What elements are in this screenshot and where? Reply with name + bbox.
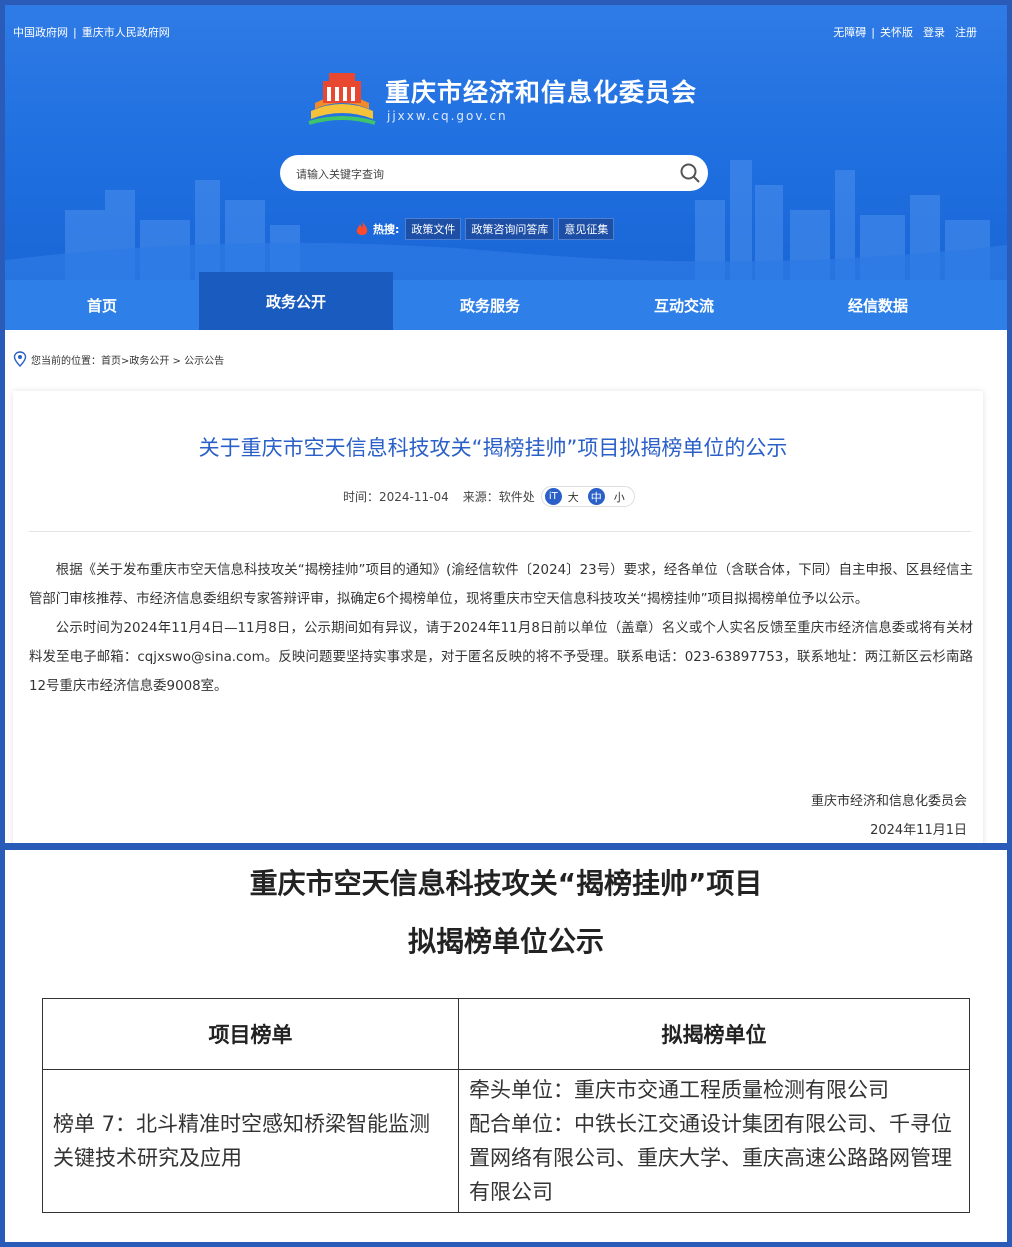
webpage-screenshot: 中国政府网 | 重庆市人民政府网 无障碍 | 关怀版 登录 注册 重庆市经济和信息化委员会 … [5, 5, 1007, 843]
time-label: 时间： [343, 490, 380, 504]
top-right-links: 无障碍 | 关怀版 登录 注册 [833, 24, 977, 40]
article-title: 关于重庆市空天信息科技攻关“揭榜挂帅”项目拟揭榜单位的公示 [198, 436, 788, 460]
lead-unit: 牵头单位：重庆市交通工程质量检测有限公司 [469, 1078, 889, 1102]
nav-interaction[interactable]: 互动交流 [587, 280, 781, 330]
search-bar [280, 155, 708, 191]
flame-icon [356, 221, 368, 235]
divider [29, 531, 971, 532]
top-left-links: 中国政府网 | 重庆市人民政府网 [13, 24, 170, 40]
gov-link[interactable]: 中国政府网 [13, 24, 68, 40]
site-logo-icon [308, 73, 376, 125]
hot-search: 热搜: 政策文件 政策咨询问答库 意见征集 [355, 218, 618, 240]
register-link[interactable]: 注册 [955, 24, 977, 40]
source-label: 来源： [462, 490, 499, 504]
nav-gov-affairs[interactable]: 政务公开 [199, 272, 393, 330]
site-header: 中国政府网 | 重庆市人民政府网 无障碍 | 关怀版 登录 注册 重庆市经济和信息化委员会 … [5, 5, 1007, 280]
care-version-link[interactable]: 关怀版 [880, 24, 913, 40]
nav-data[interactable]: 经信数据 [781, 280, 975, 330]
document-title-line1: 重庆市空天信息科技攻关“揭榜挂帅”项目 [249, 867, 763, 900]
font-large-option[interactable]: 大 [568, 489, 579, 505]
font-size-switcher: iT 大 中 小 [540, 486, 635, 507]
document-screenshot: 重庆市空天信息科技攻关“揭榜挂帅”项目 拟揭榜单位公示 项目榜单 拟揭榜单位 榜… [5, 850, 1007, 1242]
signature: 重庆市经济和信息化委员会 [810, 794, 967, 809]
partner-units: 配合单位：中铁长江交通设计集团有限公司、千寻位置网络有限公司、重庆大学、重庆高速… [469, 1112, 952, 1204]
breadcrumb: 您当前的位置：首页>政务公开 > 公示公告 [13, 351, 224, 367]
login-link[interactable]: 登录 [923, 24, 945, 40]
main-nav: 首页 政务公开 政务服务 互动交流 经信数据 [5, 272, 1007, 330]
hot-tag-policy-qa[interactable]: 政策咨询问答库 [465, 218, 555, 240]
project-cell: 榜单 7：北斗精准时空感知桥梁智能监测关键技术研究及应用 [42, 1069, 459, 1213]
awardee-table: 项目榜单 拟揭榜单位 榜单 7：北斗精准时空感知桥梁智能监测关键技术研究及应用 … [42, 998, 970, 1213]
font-small-option[interactable]: 小 [614, 489, 625, 505]
accessibility-link[interactable]: 无障碍 [833, 24, 866, 40]
site-title: 重庆市经济和信息化委员会 [385, 78, 698, 107]
nav-services[interactable]: 政务服务 [393, 280, 587, 330]
column-header-project: 项目榜单 [42, 998, 459, 1070]
sign-date: 2024年11月1日 [870, 823, 967, 838]
location-pin-icon [13, 351, 27, 367]
site-domain: jjxxw.cq.gov.cn [387, 109, 508, 123]
breadcrumb-text[interactable]: 您当前的位置：首页>政务公开 > 公示公告 [31, 352, 224, 367]
search-icon[interactable] [678, 161, 702, 185]
document-title-line2: 拟揭榜单位公示 [407, 925, 604, 958]
paragraph-2: 公示时间为2024年11月4日—11月8日，公示期间如有异议，请于2024年11… [29, 621, 973, 694]
source-value: 软件处 [498, 490, 535, 504]
unit-cell: 牵头单位：重庆市交通工程质量检测有限公司 配合单位：中铁长江交通设计集团有限公司… [458, 1069, 970, 1213]
hot-tag-opinion[interactable]: 意见征集 [558, 218, 615, 240]
hot-search-label: 热搜: [373, 223, 400, 236]
hot-tag-policy-docs[interactable]: 政策文件 [405, 218, 462, 240]
article-meta: 时间： 2024-11-04 来源： 软件处 iT 大 中 小 [343, 486, 635, 507]
paragraph-1: 根据《关于发布重庆市空天信息科技攻关“揭榜挂帅”项目的通知》(渝经信软件〔202… [29, 563, 973, 607]
signature-block: 重庆市经济和信息化委员会 2024年11月1日 [811, 787, 967, 843]
article-card: 关于重庆市空天信息科技攻关“揭榜挂帅”项目拟揭榜单位的公示 时间： 2024-1… [13, 391, 983, 843]
column-header-unit: 拟揭榜单位 [458, 998, 970, 1070]
search-input[interactable] [294, 163, 668, 185]
article-body: 根据《关于发布重庆市空天信息科技攻关“揭榜挂帅”项目的通知》(渝经信软件〔202… [29, 556, 973, 701]
publish-date: 2024-11-04 [379, 489, 449, 504]
table-row: 榜单 7：北斗精准时空感知桥梁智能监测关键技术研究及应用 牵头单位：重庆市交通工… [42, 1069, 970, 1213]
font-medium-option[interactable]: 中 [587, 488, 605, 505]
nav-home[interactable]: 首页 [5, 280, 199, 330]
font-size-icon: iT [544, 488, 562, 505]
cq-gov-link[interactable]: 重庆市人民政府网 [82, 24, 170, 40]
table-header-row: 项目榜单 拟揭榜单位 [42, 998, 970, 1070]
